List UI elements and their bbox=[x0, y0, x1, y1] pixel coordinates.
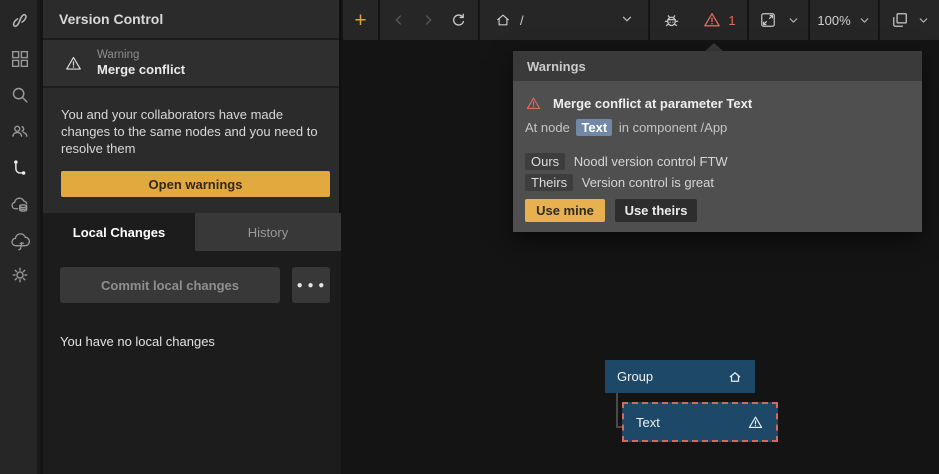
theirs-row: Theirs Version control is great bbox=[525, 175, 908, 190]
collaborators-icon[interactable] bbox=[0, 115, 40, 147]
popup-body: Merge conflict at parameter Text At node… bbox=[513, 81, 922, 232]
preview-dropdown[interactable] bbox=[787, 14, 800, 27]
zoom-level-label[interactable]: 100% bbox=[817, 13, 850, 28]
zoom-dropdown[interactable] bbox=[858, 14, 871, 27]
chevron-down-icon bbox=[858, 14, 871, 27]
local-changes-content: Commit local changes ● ● ● You have no l… bbox=[43, 251, 341, 474]
chevron-right-icon bbox=[420, 12, 436, 28]
no-local-changes-message: You have no local changes bbox=[60, 334, 341, 349]
conflict-description: You and your collaborators have made cha… bbox=[43, 88, 341, 157]
debug-bug-button[interactable] bbox=[661, 10, 682, 31]
route-path-label: / bbox=[520, 13, 524, 28]
preview-segment bbox=[749, 0, 808, 40]
warning-label: Warning bbox=[97, 49, 185, 61]
stacked-frames-icon bbox=[890, 10, 910, 30]
forward-button[interactable] bbox=[420, 12, 436, 28]
warning-banner-text: Warning Merge conflict bbox=[97, 49, 185, 77]
refresh-button[interactable] bbox=[449, 11, 468, 30]
warning-triangle-icon bbox=[747, 414, 764, 431]
chevron-left-icon bbox=[391, 12, 407, 28]
version-control-branch-icon[interactable] bbox=[0, 152, 40, 184]
cloud-functions-icon[interactable] bbox=[0, 226, 40, 258]
warning-triangle-icon bbox=[525, 95, 542, 112]
at-node-prefix: At node bbox=[525, 120, 570, 135]
back-button[interactable] bbox=[391, 12, 407, 28]
frames-dropdown[interactable] bbox=[917, 14, 930, 27]
canvas-toolbar: + / bbox=[343, 0, 939, 40]
tab-history[interactable]: History bbox=[195, 213, 341, 251]
refresh-icon bbox=[449, 11, 468, 30]
group-node-label: Group bbox=[617, 369, 653, 384]
warning-triangle-icon bbox=[702, 10, 722, 30]
viewport-frames-button[interactable] bbox=[890, 10, 910, 30]
resolve-buttons: Use mine Use theirs bbox=[525, 199, 908, 222]
chevron-down-icon bbox=[917, 14, 930, 27]
chevron-down-icon bbox=[620, 12, 634, 26]
ours-value: Noodl version control FTW bbox=[574, 154, 728, 169]
conflict-row: Merge conflict at parameter Text bbox=[525, 95, 908, 112]
warning-title: Merge conflict bbox=[97, 62, 185, 77]
use-mine-button[interactable]: Use mine bbox=[525, 199, 605, 222]
at-node-middle: in component bbox=[619, 120, 697, 135]
group-node[interactable]: Group bbox=[605, 360, 755, 393]
nav-segment bbox=[380, 0, 478, 40]
frames-segment bbox=[880, 0, 939, 40]
app-window: Version Control Warning Merge conflict Y… bbox=[0, 0, 939, 474]
debug-segment: 1 bbox=[650, 0, 747, 40]
zoom-segment: 100% bbox=[810, 0, 878, 40]
bug-icon bbox=[661, 10, 682, 31]
ours-chip: Ours bbox=[525, 153, 565, 170]
node-name-chip[interactable]: Text bbox=[576, 119, 612, 136]
popup-arrow bbox=[705, 43, 723, 51]
home-icon bbox=[727, 369, 743, 385]
popup-title: Warnings bbox=[513, 51, 922, 81]
search-icon[interactable] bbox=[0, 79, 40, 111]
theirs-value: Version control is great bbox=[582, 175, 714, 190]
open-preview-button[interactable] bbox=[758, 10, 778, 30]
warnings-toolbar-button[interactable]: 1 bbox=[702, 10, 735, 30]
tab-local-changes[interactable]: Local Changes bbox=[43, 213, 195, 251]
cloud-data-icon[interactable] bbox=[0, 189, 40, 221]
route-selector[interactable]: / bbox=[480, 0, 648, 40]
warning-triangle-icon bbox=[64, 54, 83, 73]
conflict-location: At node Text in component /App bbox=[525, 120, 908, 135]
warning-count-badge: 1 bbox=[728, 13, 735, 28]
noodl-logo-icon[interactable] bbox=[0, 5, 40, 37]
theirs-chip: Theirs bbox=[525, 174, 573, 191]
more-options-button[interactable]: ● ● ● bbox=[292, 267, 330, 303]
route-dropdown[interactable] bbox=[620, 12, 634, 29]
components-grid-icon[interactable] bbox=[0, 43, 40, 75]
open-warnings-button[interactable]: Open warnings bbox=[61, 171, 330, 197]
commit-row: Commit local changes ● ● ● bbox=[60, 267, 341, 303]
version-control-panel: Version Control Warning Merge conflict Y… bbox=[43, 0, 341, 474]
add-node-button[interactable]: + bbox=[343, 0, 378, 40]
expand-preview-icon bbox=[758, 10, 778, 30]
text-node[interactable]: Text bbox=[622, 402, 778, 442]
panel-tabs: Local Changes History bbox=[43, 213, 341, 251]
ours-row: Ours Noodl version control FTW bbox=[525, 154, 908, 169]
panel-title: Version Control bbox=[43, 0, 339, 40]
commit-local-changes-button[interactable]: Commit local changes bbox=[60, 267, 280, 303]
home-icon bbox=[494, 11, 512, 29]
merge-conflict-banner[interactable]: Warning Merge conflict bbox=[43, 40, 339, 88]
icon-rail bbox=[0, 0, 40, 474]
conflict-title: Merge conflict at parameter Text bbox=[553, 96, 752, 111]
component-name: /App bbox=[701, 120, 728, 135]
node-connection-line bbox=[616, 393, 618, 428]
plus-icon: + bbox=[354, 10, 366, 31]
settings-gear-icon[interactable] bbox=[0, 259, 40, 291]
use-theirs-button[interactable]: Use theirs bbox=[615, 199, 697, 222]
warnings-popup: Warnings Merge conflict at parameter Tex… bbox=[513, 51, 922, 232]
text-node-label: Text bbox=[636, 415, 660, 430]
chevron-down-icon bbox=[787, 14, 800, 27]
